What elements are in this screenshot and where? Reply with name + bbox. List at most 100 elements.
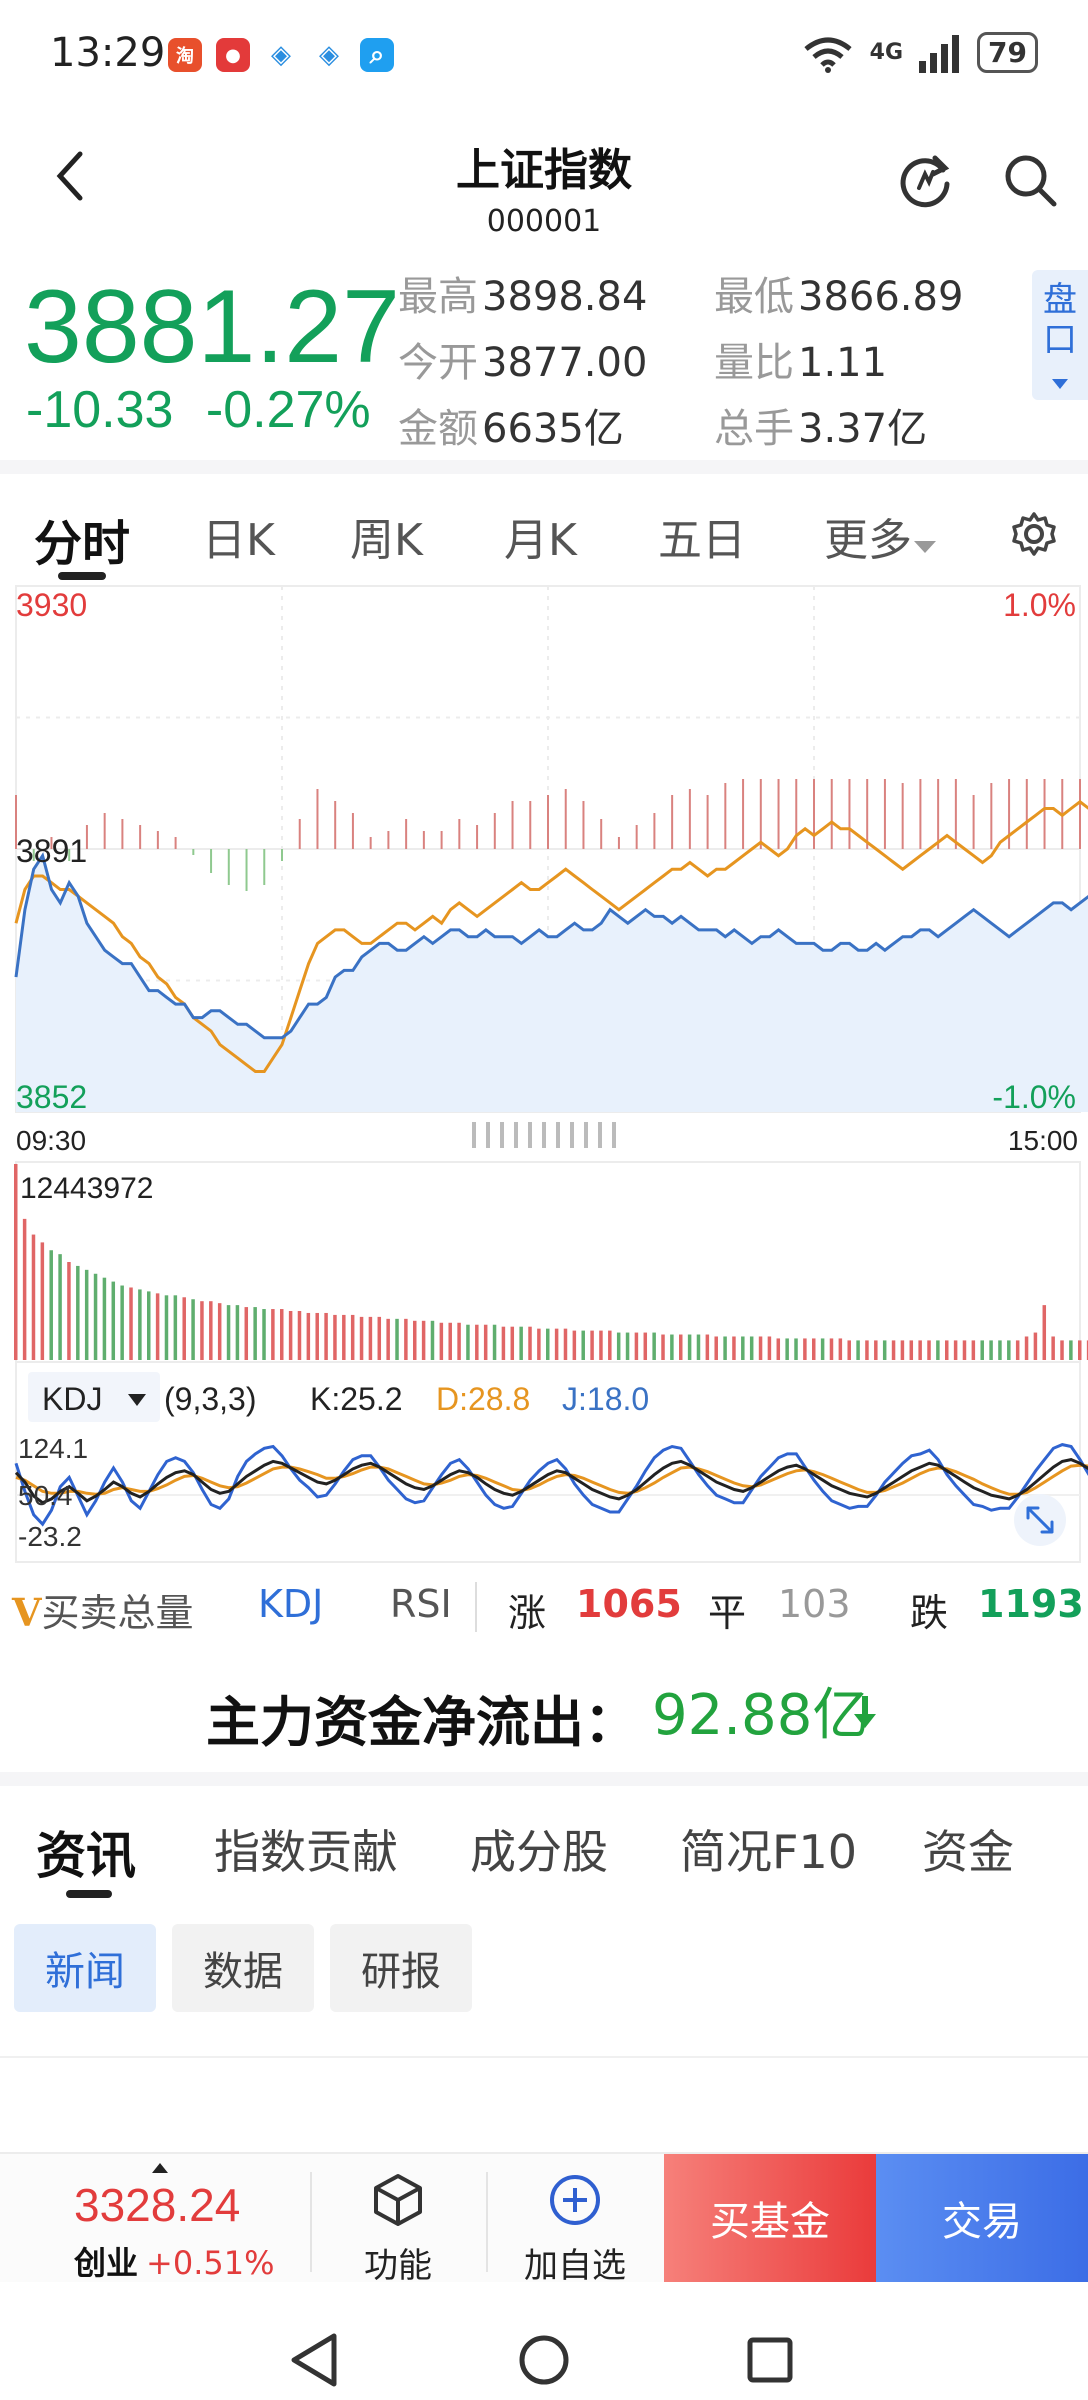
volume-bar	[288, 1311, 293, 1360]
chart-scrub-handle[interactable]	[472, 1122, 616, 1148]
volume-bar	[891, 1340, 896, 1360]
ticker-name: 创业	[74, 2244, 139, 2282]
fall-label: 跌	[910, 1591, 949, 1635]
volume-bar	[732, 1336, 736, 1360]
volume-bar	[980, 1340, 984, 1360]
stat-high: 最高 3898.84	[398, 274, 648, 320]
function-label: 功能	[364, 2246, 432, 2286]
nav-recents-icon[interactable]	[747, 2337, 793, 2383]
volume-bar	[457, 1322, 461, 1360]
tab-constituents[interactable]: 成分股	[470, 1816, 608, 1882]
subtab-data[interactable]: 数据	[172, 1924, 314, 2012]
taobao-app-icon: 淘	[168, 38, 202, 72]
tab-overview-f10[interactable]: 简况F10	[680, 1816, 857, 1882]
tab-rsi[interactable]: RSI	[390, 1582, 452, 1626]
order-book-tab[interactable]: 盘口	[1032, 270, 1088, 400]
trade-button[interactable]: 交易	[876, 2154, 1088, 2282]
kdj-selector[interactable]: KDJ	[28, 1372, 160, 1422]
change-value: -10.33	[26, 381, 174, 439]
nav-back-icon[interactable]	[291, 2333, 337, 2387]
volume-bar	[182, 1297, 186, 1360]
scrub-tick	[500, 1122, 504, 1148]
expand-icon[interactable]	[1014, 1494, 1066, 1546]
fund-flow-label: 主力资金净流出：	[206, 1691, 638, 1754]
volume-bar	[670, 1334, 674, 1360]
time-axis-start: 09:30	[16, 1125, 86, 1156]
volume-bar	[528, 1326, 532, 1360]
refresh-icon[interactable]	[895, 150, 955, 210]
add-watchlist-button[interactable]: 加自选	[520, 2172, 630, 2287]
subtab-news[interactable]: 新闻	[14, 1924, 156, 2012]
function-button[interactable]: 功能	[352, 2172, 444, 2287]
volume-bar	[49, 1250, 53, 1360]
section-divider	[0, 1772, 1088, 1786]
bottom-divider	[486, 2172, 488, 2272]
fund-flow[interactable]: 主力资金净流出： 92.88亿	[0, 1650, 1088, 1770]
volume-bar	[838, 1338, 843, 1360]
tab-index-contribution[interactable]: 指数贡献	[214, 1816, 398, 1882]
intraday-chart[interactable]: 3930 3891 3852 1.0% -1.0% 09:30 15:00 12…	[0, 580, 1088, 1564]
volume-bar	[1078, 1340, 1082, 1360]
quote-summary: 3881.27 -10.33 -0.27% 最高 3898.84 最低 3866.8…	[0, 250, 1088, 460]
subtab-research[interactable]: 研报	[330, 1924, 472, 2012]
gear-icon[interactable]	[1010, 510, 1058, 558]
price-axis-top: 3930	[16, 587, 87, 623]
volume-bar	[421, 1320, 426, 1360]
network-type: 4G	[869, 40, 904, 65]
scrub-tick	[570, 1122, 574, 1148]
tab-kdj[interactable]: KDJ	[258, 1582, 323, 1626]
volume-bar	[563, 1328, 568, 1360]
rise-count: 1065	[576, 1582, 682, 1626]
volume-bar	[191, 1299, 195, 1360]
current-price: 3881.27	[24, 269, 400, 385]
cube-icon	[374, 2174, 422, 2226]
nav-home-icon[interactable]	[519, 2335, 569, 2385]
volume-bar	[687, 1334, 692, 1360]
buy-fund-button[interactable]: 买基金	[664, 2154, 876, 2282]
volume-bar	[1033, 1332, 1038, 1360]
flat-count: 103	[778, 1582, 851, 1626]
volume-bar	[962, 1340, 967, 1360]
search-icon[interactable]	[1000, 150, 1060, 210]
bottom-divider	[310, 2172, 312, 2272]
tab-daily-k[interactable]: 日K	[202, 504, 275, 568]
tab-intraday[interactable]: 分时	[34, 504, 130, 574]
volume-bar	[581, 1330, 585, 1360]
volume-max-label: 12443972	[20, 1172, 153, 1205]
tab-funds[interactable]: 资金	[922, 1816, 1014, 1882]
volume-bar	[120, 1285, 124, 1360]
tab-weekly-k[interactable]: 周K	[350, 504, 423, 568]
volume-bar	[14, 1164, 18, 1360]
caret-down-icon	[914, 541, 936, 553]
scrub-tick	[528, 1122, 532, 1148]
volume-bar	[164, 1295, 169, 1360]
volume-bar	[1069, 1340, 1073, 1360]
volume-bar	[350, 1314, 355, 1360]
order-book-label: 盘口	[1043, 280, 1077, 360]
tab-buy-sell-volume[interactable]: V买卖总量	[12, 1582, 194, 1637]
volume-bar	[244, 1307, 249, 1360]
caret-up-icon[interactable]	[150, 2162, 170, 2174]
volume-bar	[262, 1309, 266, 1360]
system-nav-bar	[0, 2282, 1088, 2400]
tab-more[interactable]: 更多	[824, 504, 938, 568]
volume-bar	[572, 1330, 577, 1360]
volume-bar	[927, 1340, 931, 1360]
volume-bar	[785, 1338, 789, 1360]
volume-bar	[812, 1338, 816, 1360]
tab-five-day[interactable]: 五日	[658, 504, 746, 568]
arrow-down-icon	[854, 1696, 876, 1728]
status-time: 13:29	[50, 30, 166, 76]
status-bar: 13:29 淘 ● ◈ ◈ ⌕ 4G 79	[0, 0, 1088, 110]
tab-monthly-k[interactable]: 月K	[504, 504, 577, 568]
price-axis-bottom: 3852	[16, 1079, 87, 1115]
volume-bar	[643, 1332, 648, 1360]
volume-bar	[333, 1314, 337, 1360]
ticker-sub: 创业 +0.51%	[74, 2238, 274, 2284]
caret-down-icon	[1052, 379, 1068, 389]
tab-news-info[interactable]: 资讯	[36, 1816, 136, 1888]
volume-bar	[342, 1314, 346, 1360]
volume-bar	[519, 1326, 523, 1360]
active-tab-indicator	[58, 572, 106, 580]
volume-bar	[679, 1334, 683, 1360]
